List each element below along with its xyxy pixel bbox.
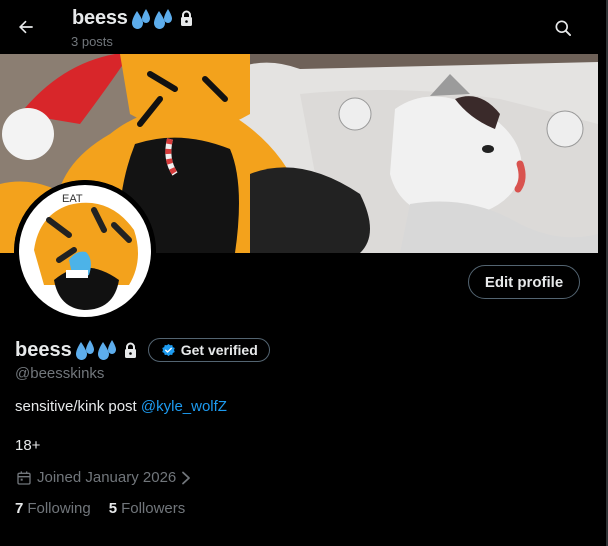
bio-mention-link[interactable]: @kyle_wolfZ	[141, 398, 227, 415]
search-button[interactable]	[549, 14, 577, 42]
bio: sensitive/kink post @kyle_wolfZ	[15, 398, 227, 415]
calendar-icon	[16, 470, 32, 486]
following-link[interactable]: 7 Following	[15, 500, 91, 517]
arrow-left-icon	[19, 20, 33, 34]
joined-text: Joined January 2026	[37, 469, 177, 486]
back-button[interactable]	[12, 13, 40, 41]
header-name-row: beess	[72, 7, 194, 30]
following-count: 7	[15, 500, 24, 517]
followers-label: Followers	[121, 500, 186, 517]
edit-profile-button[interactable]: Edit profile	[468, 265, 580, 299]
avatar-artwork: EAT	[14, 180, 156, 322]
svg-text:EAT: EAT	[62, 193, 83, 205]
chevron-right-icon	[180, 471, 192, 485]
follow-stats: 7 Following 5 Followers	[15, 500, 203, 517]
joined-date[interactable]: Joined January 2026	[16, 469, 192, 486]
profile-header: beess 3 posts	[0, 0, 598, 54]
bio-line-2: 18+	[15, 437, 41, 454]
search-icon	[555, 20, 571, 36]
sweat-droplets-emoji	[74, 339, 118, 361]
user-handle: @beesskinks	[15, 365, 105, 382]
bio-text: sensitive/kink post	[15, 398, 141, 415]
followers-count: 5	[108, 500, 118, 517]
followers-link[interactable]: 5 Followers	[109, 500, 186, 517]
lock-icon	[179, 10, 194, 27]
sweat-droplets-emoji	[130, 8, 174, 30]
header-post-count: 3 posts	[71, 34, 113, 49]
verified-badge-icon	[161, 343, 176, 358]
header-display-name: beess	[72, 7, 128, 29]
display-name-row: beess Get verified	[15, 337, 270, 363]
following-label: Following	[27, 500, 91, 517]
get-verified-button[interactable]: Get verified	[147, 338, 270, 362]
display-name: beess	[15, 338, 72, 361]
get-verified-label: Get verified	[180, 342, 258, 358]
lock-icon	[123, 342, 138, 359]
avatar[interactable]: EAT	[14, 180, 156, 322]
